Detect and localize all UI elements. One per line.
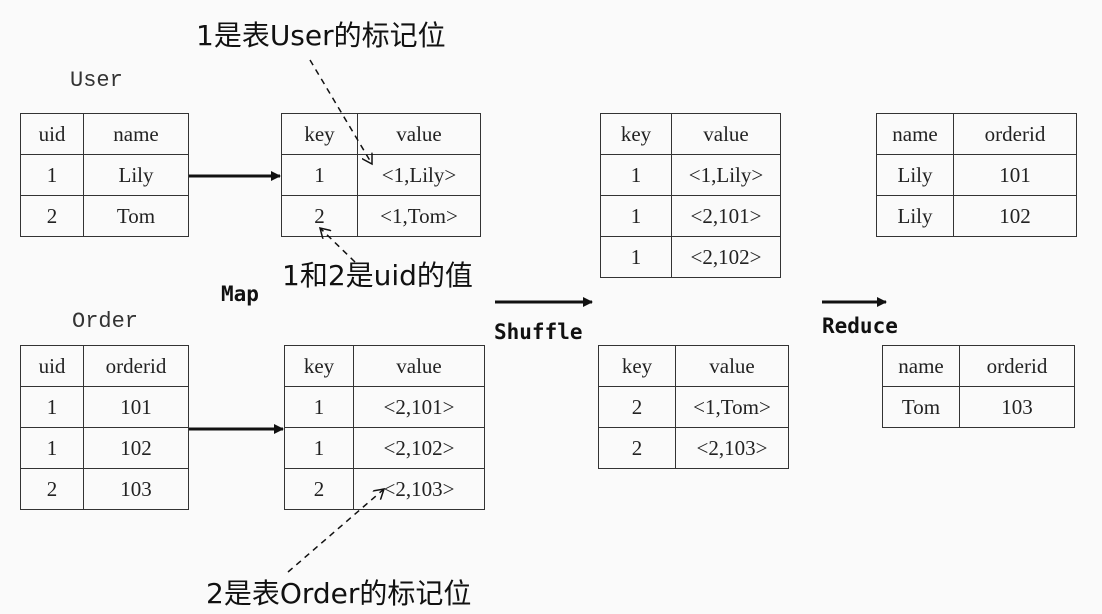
- callout-arrow-user-flag: [309, 59, 372, 164]
- callout-arrow-uid-values: [320, 228, 356, 263]
- arrows-layer: [189, 59, 887, 573]
- callout-arrow-order-flag: [287, 489, 384, 573]
